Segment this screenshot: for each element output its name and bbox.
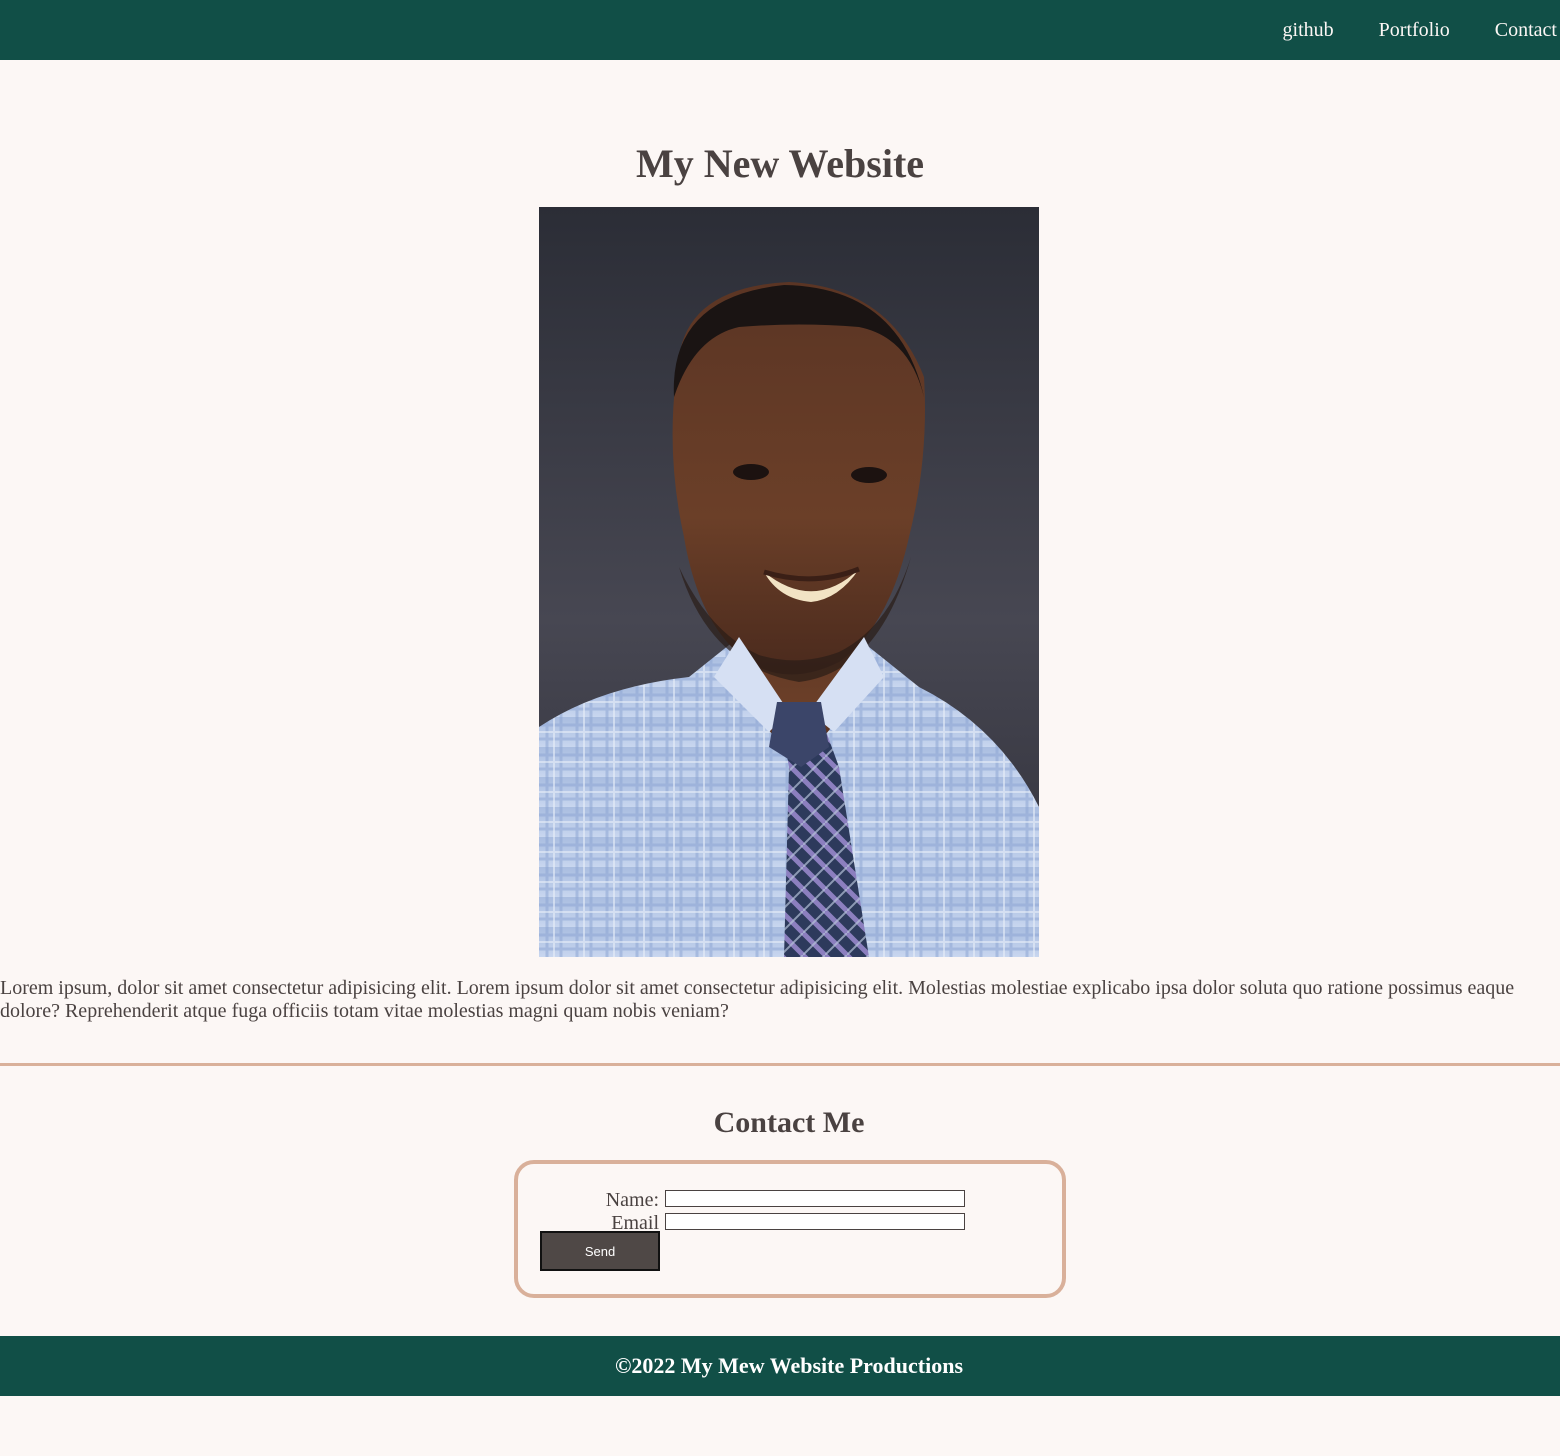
- send-button[interactable]: Send: [540, 1231, 660, 1271]
- section-divider: [0, 1063, 1560, 1066]
- intro-paragraph: Lorem ipsum, dolor sit amet consectetur …: [0, 977, 1515, 1022]
- page-footer: ©2022 My Mew Website Productions: [0, 1336, 1560, 1396]
- page-title: My New Website: [635, 141, 925, 186]
- profile-photo: [539, 207, 1039, 957]
- nav-link-contact[interactable]: Contact: [1495, 17, 1557, 43]
- nav-link-portfolio[interactable]: Portfolio: [1379, 17, 1450, 43]
- contact-form: Name: Email Send: [514, 1160, 1066, 1298]
- contact-title: Contact Me: [713, 1106, 865, 1139]
- name-input[interactable]: [665, 1190, 965, 1207]
- top-navbar: github Portfolio Contact: [0, 0, 1560, 60]
- footer-copyright: ©2022 My Mew Website Productions: [614, 1353, 964, 1378]
- nav-link-github[interactable]: github: [1283, 17, 1334, 43]
- name-label: Name:: [605, 1189, 659, 1211]
- nav-links: github Portfolio Contact: [1283, 17, 1557, 43]
- email-input[interactable]: [665, 1213, 965, 1230]
